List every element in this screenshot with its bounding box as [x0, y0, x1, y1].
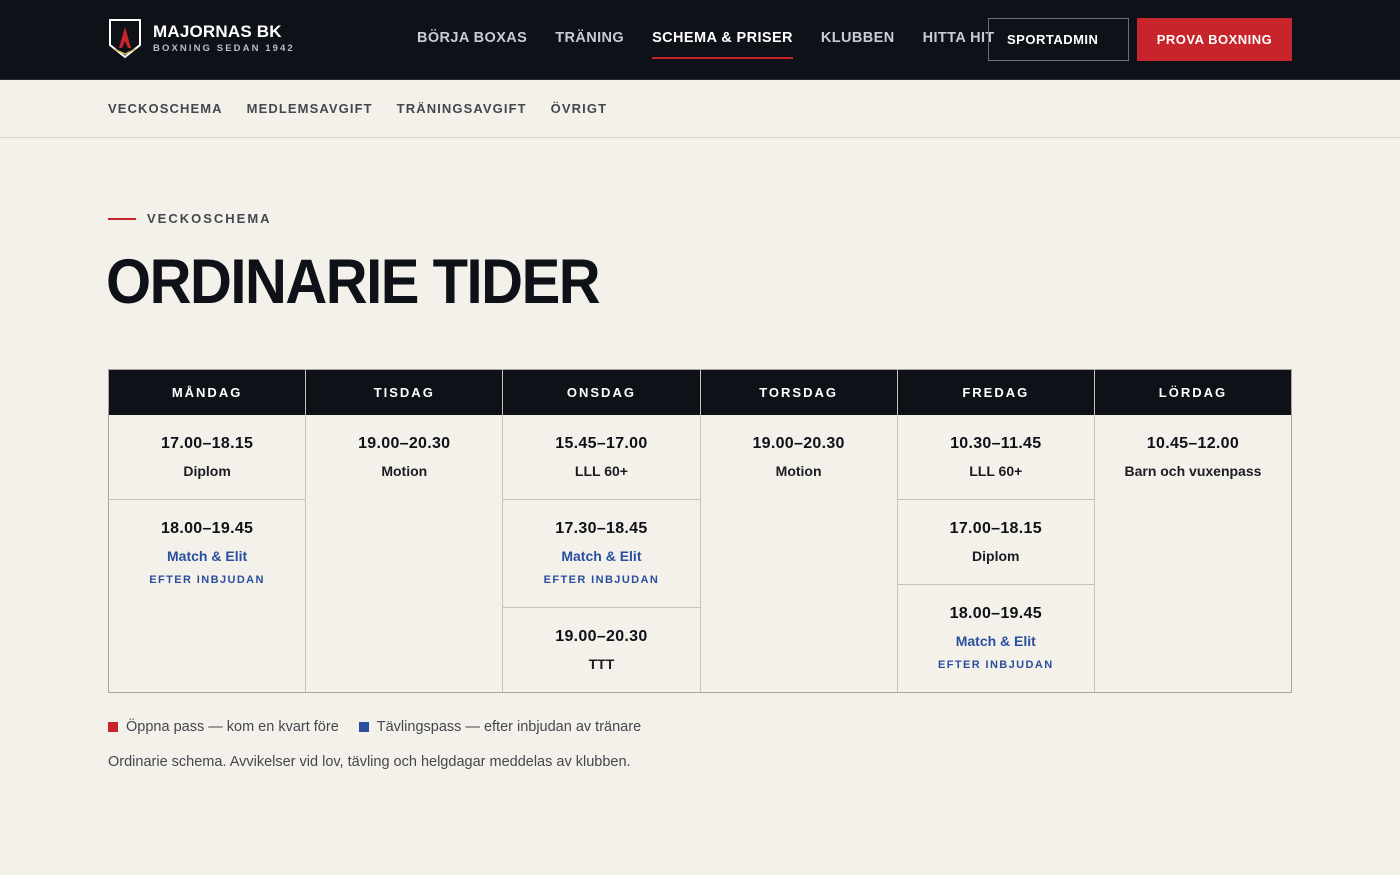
day-column-tisdag: TISDAG 19.00–20.30 Motion [306, 370, 504, 692]
schedule-slot[interactable]: 10.45–12.00 Barn och vuxenpass [1095, 415, 1291, 480]
sub-navigation: VECKOSCHEMA MEDLEMSAVGIFT TRÄNINGSAVGIFT… [0, 80, 1400, 138]
prova-boxning-button[interactable]: PROVA BOXNING [1137, 18, 1292, 61]
slot-note: EFTER INBJUDAN [543, 574, 660, 586]
subnav-traningsavgift[interactable]: TRÄNINGSAVGIFT [397, 101, 527, 116]
slot-name: Barn och vuxenpass [1124, 463, 1262, 479]
slot-time: 17.00–18.15 [160, 435, 254, 452]
schedule-slot[interactable]: 15.45–17.00 LLL 60+ [503, 415, 700, 500]
day-column-mandag: MÅNDAG 17.00–18.15 Diplom 18.00–19.45 Ma… [109, 370, 307, 692]
legend-competition-swatch [358, 722, 369, 732]
slot-note: EFTER INBJUDAN [149, 574, 265, 586]
slot-time: 19.00–20.30 [752, 435, 845, 452]
nav-schema-priser[interactable]: SCHEMA & PRISER [652, 29, 793, 59]
day-header: TORSDAG [700, 370, 897, 415]
day-column-lordag: LÖRDAG 10.45–12.00 Barn och vuxenpass [1094, 370, 1292, 692]
slot-name: TTT [588, 656, 615, 672]
slot-time: 19.00–20.30 [555, 628, 648, 645]
schedule-slot[interactable]: 19.00–20.30 Motion [306, 415, 502, 480]
brand-name: MAJORNAS BK [153, 22, 282, 41]
day-header: MÅNDAG [109, 370, 306, 415]
schedule-slot[interactable]: 18.00–19.45 Match & Elit EFTER INBJUDAN [109, 500, 305, 587]
schedule-slot[interactable]: 10.30–11.45 LLL 60+ [897, 415, 1094, 500]
slot-time: 18.00–19.45 [949, 605, 1042, 622]
legend-competition: Tävlingspass — efter inbjudan av tränare [358, 719, 642, 735]
nav-klubben[interactable]: KLUBBEN [821, 29, 895, 47]
schedule-slot[interactable]: 18.00–19.45 Match & Elit EFTER INBJUDAN [898, 585, 1094, 672]
day-header: LÖRDAG [1094, 370, 1292, 415]
brand-tagline: BOXNING SEDAN 1942 [153, 43, 295, 54]
slot-time: 15.45–17.00 [555, 435, 648, 452]
main-nav: BÖRJA BOXAS TRÄNING SCHEMA & PRISER KLUB… [417, 29, 995, 59]
logo[interactable]: MAJORNAS BK BOXNING SEDAN 1942 [108, 18, 295, 59]
eyebrow-text: VECKOSCHEMA [147, 211, 272, 226]
sportadmin-button[interactable]: SPORTADMIN [988, 18, 1129, 61]
slot-name: Motion [381, 463, 428, 479]
nav-hitta-hit[interactable]: HITTA HIT [923, 29, 995, 47]
day-column-fredag: FREDAG 10.30–11.45 LLL 60+ 17.00–18.15 D… [897, 370, 1095, 692]
nav-traning[interactable]: TRÄNING [555, 29, 624, 47]
slot-time: 19.00–20.30 [358, 435, 451, 452]
day-header: TISDAG [306, 370, 503, 415]
legend-open: Öppna pass — kom en kvart före [108, 719, 339, 735]
shield-logo-icon [109, 19, 141, 59]
schedule-slot[interactable]: 17.30–18.45 Match & Elit EFTER INBJUDAN [503, 500, 700, 608]
slot-time: 10.30–11.45 [950, 435, 1042, 452]
slot-name: Diplom [183, 463, 231, 479]
day-column-onsdag: ONSDAG 15.45–17.00 LLL 60+ 17.30–18.45 M… [503, 370, 701, 692]
subnav-veckoschema[interactable]: VECKOSCHEMA [108, 101, 223, 116]
slot-time: 17.00–18.15 [949, 520, 1042, 537]
legend-competition-label: Tävlingspass — efter inbjudan av tränare [376, 719, 642, 735]
slot-name: Match & Elit [955, 633, 1036, 649]
schedule-legend: Öppna pass — kom en kvart före Tävlingsp… [108, 719, 661, 735]
schedule-slot[interactable]: 19.00–20.30 Motion [701, 415, 897, 480]
slot-time: 17.30–18.45 [555, 520, 648, 537]
day-header: ONSDAG [503, 370, 700, 415]
day-header: FREDAG [897, 370, 1094, 415]
slot-name: Diplom [972, 548, 1020, 564]
legend-open-label: Öppna pass — kom en kvart före [126, 719, 339, 735]
slot-name: LLL 60+ [969, 463, 1023, 479]
weekly-schedule-table: MÅNDAG 17.00–18.15 Diplom 18.00–19.45 Ma… [108, 369, 1292, 693]
slot-name: LLL 60+ [574, 463, 628, 479]
nav-borja-boxas[interactable]: BÖRJA BOXAS [417, 29, 527, 47]
eyebrow-divider [108, 217, 136, 220]
section-eyebrow: VECKOSCHEMA [108, 211, 272, 226]
slot-time: 18.00–19.45 [160, 520, 254, 537]
schedule-footnote: Ordinarie schema. Avvikelser vid lov, tä… [108, 754, 631, 770]
top-navigation-bar: MAJORNAS BK BOXNING SEDAN 1942 BÖRJA BOX… [0, 0, 1400, 80]
slot-name: Match & Elit [167, 548, 248, 564]
slot-name: Motion [775, 463, 822, 479]
schedule-slot[interactable]: 17.00–18.15 Diplom [109, 415, 306, 500]
schedule-slot[interactable]: 19.00–20.30 TTT [503, 608, 699, 673]
day-column-torsdag: TORSDAG 19.00–20.30 Motion [700, 370, 898, 692]
slot-name: Match & Elit [561, 548, 642, 564]
page-title: ORDINARIE TIDER [106, 247, 601, 317]
subnav-medlemsavgift[interactable]: MEDLEMSAVGIFT [247, 101, 373, 116]
legend-open-swatch [108, 722, 118, 732]
subnav-ovrigt[interactable]: ÖVRIGT [551, 101, 607, 116]
slot-time: 10.45–12.00 [1146, 435, 1240, 452]
schedule-slot[interactable]: 17.00–18.15 Diplom [897, 500, 1094, 585]
slot-note: EFTER INBJUDAN [937, 659, 1054, 671]
